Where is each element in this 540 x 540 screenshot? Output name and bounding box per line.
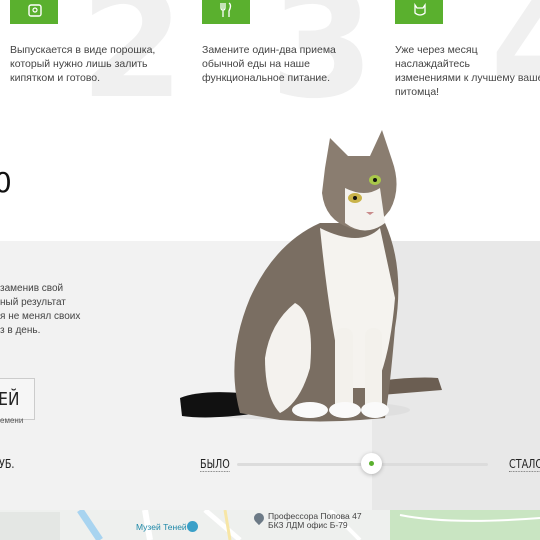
step-text: Уже через месяц наслаждайтесь изменениям… xyxy=(395,43,540,99)
step-text: Замените один-два приема обычной еды на … xyxy=(202,43,362,85)
step-text-line: Уже через месяц наслаждайтесь xyxy=(395,44,478,70)
step-text: Выпускается в виде порошка, который нужн… xyxy=(10,43,170,85)
description: заменив свой ный результат я не менял св… xyxy=(0,282,90,338)
comparison-slider-handle[interactable] xyxy=(361,453,382,474)
order-button-label: ЕЙ xyxy=(0,389,20,410)
step-text-line: изменениями к лучшему вашего xyxy=(395,72,540,84)
price: УБ. xyxy=(0,457,15,471)
order-button[interactable]: ЕЙ xyxy=(0,378,35,420)
step-text-line: Замените один-два приема xyxy=(202,44,336,56)
kettle-icon xyxy=(10,0,58,24)
slider-after-label: СТАЛО xyxy=(509,457,540,472)
step-3: 3 Замените один-два приема обычной еды н… xyxy=(180,0,374,120)
description-line: з в день. xyxy=(0,325,41,336)
step-text-line: Выпускается в виде порошка, xyxy=(10,44,156,56)
slider-before-label: БЫЛО xyxy=(200,457,230,472)
fork-icon xyxy=(202,0,250,24)
step-text-line: обычной еды на наше xyxy=(202,58,310,70)
step-4: 4 Уже через месяц наслаждайтесь изменени… xyxy=(360,0,540,120)
section-heading-fragment: 0 xyxy=(0,166,12,199)
map-address-line: БКЗ ЛДМ офис Б-79 xyxy=(268,520,348,530)
description-line: я не менял своих xyxy=(0,311,81,322)
museum-pin-icon xyxy=(187,521,198,532)
step-text-line: функциональное питание. xyxy=(202,72,331,84)
location-map[interactable]: Музей Теней Профессора Попова 47 БКЗ ЛДМ… xyxy=(0,510,540,540)
description-line: заменив свой xyxy=(0,283,64,294)
map-poi-label: Музей Теней xyxy=(136,522,187,532)
handle-dot xyxy=(369,461,374,466)
step-text-line: питомца! xyxy=(395,86,440,98)
pet-icon xyxy=(395,0,443,24)
order-button-caption: емени xyxy=(0,416,24,425)
step-text-line: который нужно лишь залить xyxy=(10,58,148,70)
step-2: 2 Выпускается в виде порошка, который ну… xyxy=(0,0,184,120)
cat-image xyxy=(180,130,442,422)
step-text-line: кипятком и готово. xyxy=(10,72,101,84)
page: 2 Выпускается в виде порошка, который ну… xyxy=(0,0,540,540)
description-line: ный результат xyxy=(0,297,66,308)
